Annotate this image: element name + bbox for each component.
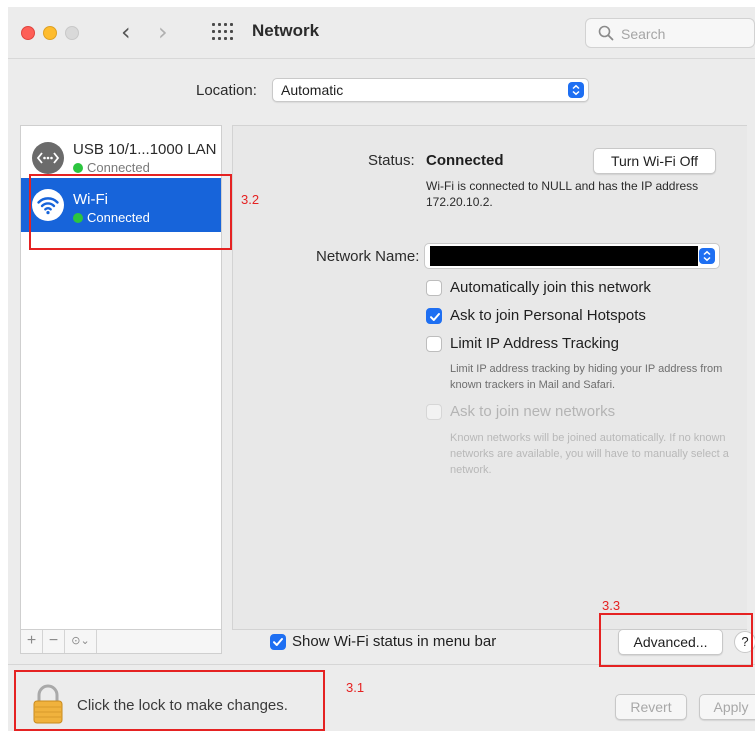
checkbox-label: Ask to join new networks (450, 403, 616, 420)
zoom-window-button[interactable] (65, 26, 79, 40)
back-chevron-icon[interactable]: ‹ (121, 19, 131, 45)
revert-button[interactable]: Revert (615, 694, 687, 720)
status-value: Connected (426, 152, 504, 169)
close-window-button[interactable] (21, 26, 35, 40)
network-name-select[interactable] (424, 243, 720, 269)
status-description: Wi-Fi is connected to NULL and has the I… (426, 179, 699, 209)
location-value: Automatic (281, 82, 344, 98)
location-select[interactable]: Automatic (272, 78, 589, 102)
annotation-box-lock (14, 670, 325, 731)
annotation-label: 3.2 (241, 192, 260, 207)
search-placeholder: Search (621, 26, 666, 42)
checkbox-label: Automatically join this network (450, 279, 651, 296)
add-service-button[interactable]: + (21, 630, 43, 653)
checkbox-label: Ask to join Personal Hotspots (450, 307, 646, 324)
show-all-grid-icon[interactable] (212, 23, 234, 41)
checkmark-icon[interactable] (426, 308, 442, 324)
limit-ip-note: Limit IP address tracking by hiding your… (450, 363, 723, 391)
forward-chevron-icon[interactable]: › (158, 19, 168, 45)
checkbox-box (426, 404, 442, 420)
minimize-window-button[interactable] (43, 26, 57, 40)
apply-button[interactable]: Apply (699, 694, 755, 720)
checkbox-box[interactable] (426, 280, 442, 296)
network-name-label: Network Name: (316, 248, 420, 265)
action-menu-button[interactable]: ⊙⌄ (65, 630, 97, 653)
status-label: Status: (368, 152, 415, 169)
annotation-box-wifi (29, 174, 232, 250)
annotation-label: 3.1 (346, 680, 365, 695)
annotation-box-advanced (599, 613, 753, 667)
search-field[interactable]: Search (585, 18, 755, 48)
checkbox-label: Show Wi-Fi status in menu bar (292, 633, 497, 650)
remove-service-button[interactable]: − (43, 630, 65, 653)
annotation-label: 3.3 (602, 598, 621, 613)
service-list-toolbar: + − ⊙⌄ (20, 630, 222, 654)
checkmark-icon[interactable] (270, 634, 286, 650)
connected-status-dot (73, 163, 83, 173)
checkbox-label: Limit IP Address Tracking (450, 335, 619, 352)
redacted-network-name (430, 246, 698, 266)
updown-chevron-icon (699, 248, 715, 264)
search-icon (598, 25, 614, 41)
turn-wifi-off-button[interactable]: Turn Wi-Fi Off (593, 148, 716, 174)
window-title: Network (252, 21, 320, 40)
checkbox-box[interactable] (426, 336, 442, 352)
service-status: Connected (87, 160, 150, 174)
ethernet-icon (32, 142, 64, 174)
new-networks-note: Known networks will be joined automatica… (450, 432, 729, 476)
location-label: Location: (196, 82, 257, 99)
service-name: USB 10/1...1000 LAN (73, 141, 217, 158)
updown-chevron-icon (568, 82, 584, 98)
title-bar: ‹ › Network Search (8, 7, 755, 59)
